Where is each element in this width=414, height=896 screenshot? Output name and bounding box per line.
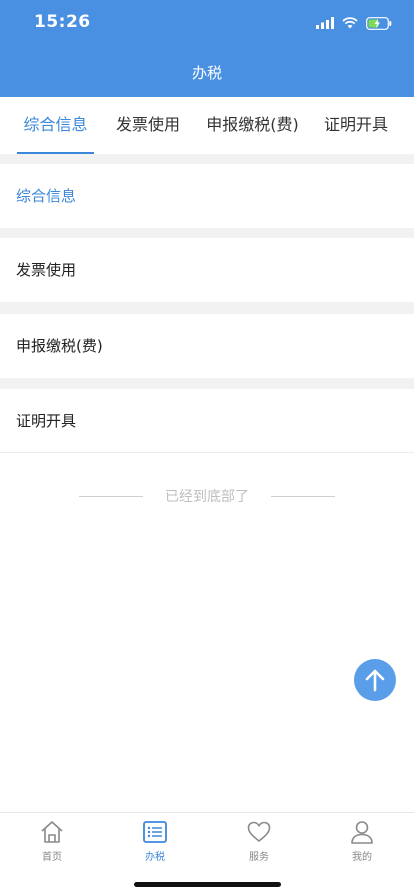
section-tax-declaration[interactable]: 申报缴税(费)	[0, 314, 414, 378]
status-icons	[316, 15, 392, 31]
nav-tax[interactable]: 办税	[125, 819, 185, 863]
page-title: 办税	[191, 64, 222, 82]
section-certificate-issuance[interactable]: 证明开具	[0, 389, 414, 453]
section-label: 证明开具	[16, 412, 77, 430]
battery-icon	[366, 16, 392, 30]
user-icon	[351, 821, 373, 844]
wifi-icon	[342, 17, 358, 29]
end-of-list-indicator: 已经到底部了	[0, 487, 414, 507]
app-header: 15:26 办税	[0, 0, 414, 97]
section-label: 综合信息	[16, 187, 77, 205]
end-line-right	[271, 496, 335, 497]
end-of-list-text: 已经到底部了	[165, 489, 249, 505]
nav-label: 服务	[249, 852, 269, 863]
section-gap	[0, 228, 414, 238]
tab-comprehensive-info[interactable]: 综合信息	[17, 97, 94, 154]
status-bar: 15:26	[0, 0, 414, 46]
nav-mine[interactable]: 我的	[332, 819, 392, 863]
category-tabs: 综合信息 发票使用 申报缴税(费) 证明开具	[0, 97, 414, 154]
section-label: 发票使用	[16, 261, 77, 279]
list-icon	[143, 821, 167, 843]
tab-invoice-use[interactable]: 发票使用	[110, 97, 186, 154]
nav-label: 我的	[352, 852, 372, 863]
tab-certificate-issuance[interactable]: 证明开具	[318, 97, 394, 154]
signal-icon	[316, 17, 334, 29]
heart-icon	[247, 821, 271, 842]
nav-label: 办税	[145, 852, 165, 863]
section-gap	[0, 378, 414, 389]
status-time: 15:26	[34, 12, 91, 32]
home-indicator	[134, 882, 281, 887]
arrow-up-icon	[365, 669, 385, 692]
tab-tax-declaration[interactable]: 申报缴税(费)	[201, 97, 304, 154]
nav-home[interactable]: 首页	[22, 819, 82, 863]
list-divider	[0, 452, 414, 453]
section-invoice-use[interactable]: 发票使用	[0, 238, 414, 302]
section-gap	[0, 154, 414, 164]
nav-service[interactable]: 服务	[229, 819, 289, 863]
home-icon	[41, 821, 63, 843]
back-to-top-button[interactable]	[354, 659, 396, 701]
nav-label: 首页	[42, 852, 62, 863]
section-comprehensive-info[interactable]: 综合信息	[0, 164, 414, 228]
section-label: 申报缴税(费)	[16, 337, 103, 355]
section-gap	[0, 302, 414, 314]
